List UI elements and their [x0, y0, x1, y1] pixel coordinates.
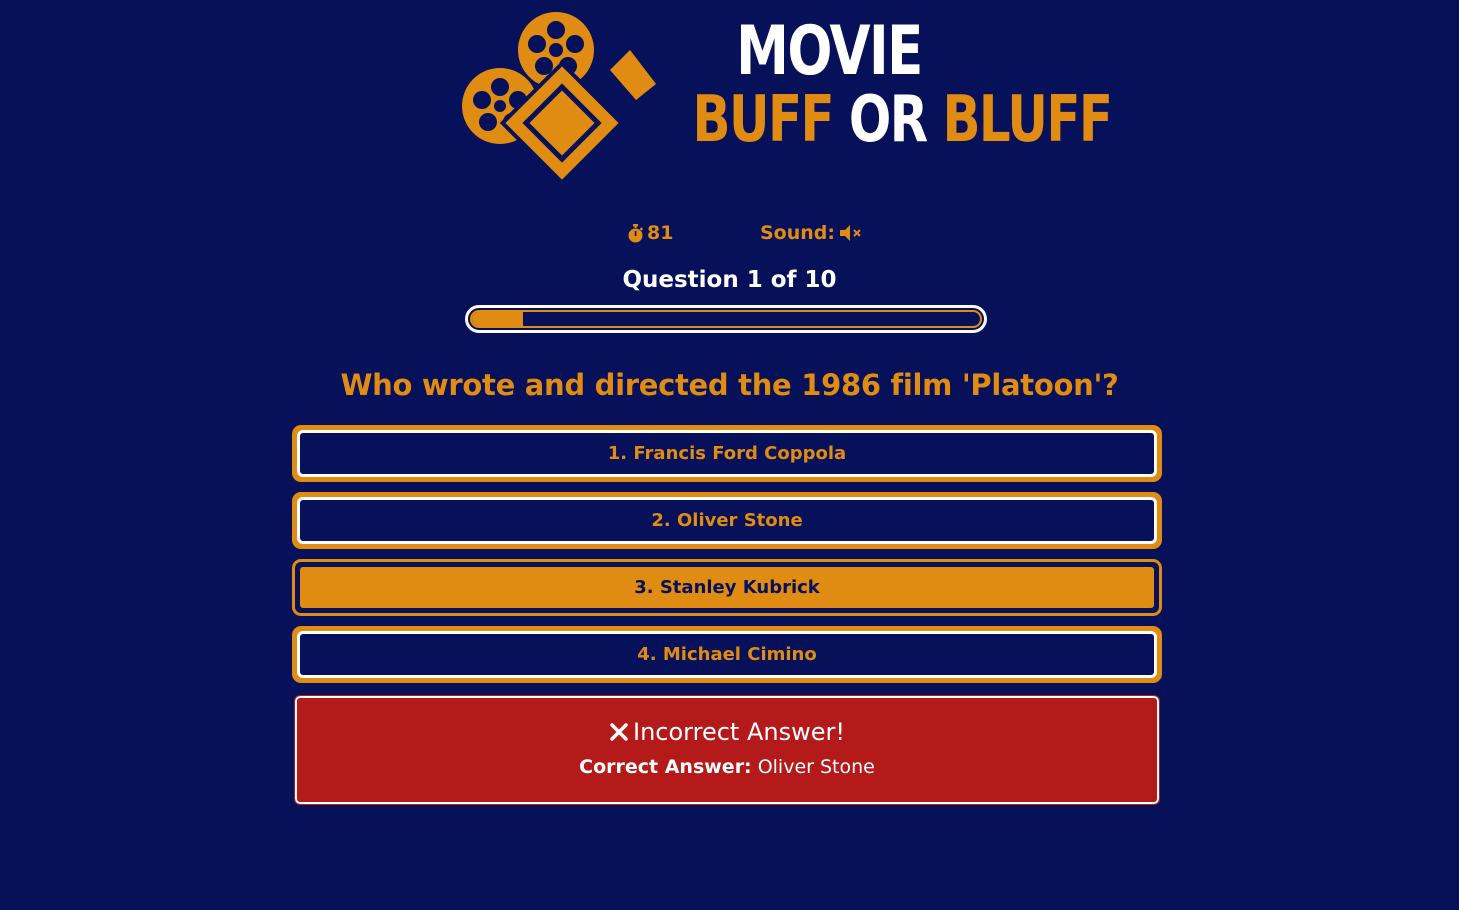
app-logo: MOVIE BUFF OR BLUFF — [458, 8, 1114, 190]
sound-toggle[interactable]: Sound: — [760, 222, 863, 244]
correct-answer-value: Oliver Stone — [757, 756, 875, 778]
speaker-muted-icon — [840, 225, 861, 241]
film-camera-icon — [462, 12, 660, 186]
answer-button-4[interactable]: 4. Michael Cimino — [292, 626, 1162, 683]
progress-track — [470, 310, 982, 328]
sound-label: Sound: — [760, 222, 835, 244]
answer-label: 4. Michael Cimino — [297, 631, 1157, 678]
app-title-or: OR — [848, 83, 928, 157]
feedback-title-text: Incorrect Answer! — [633, 718, 845, 746]
question-text: Who wrote and directed the 1986 film 'Pl… — [340, 368, 1119, 402]
status-bar: 81 Sound: — [0, 222, 1459, 248]
x-mark-icon — [610, 723, 628, 741]
feedback-title: Incorrect Answer! — [297, 718, 1157, 746]
answer-label: 2. Oliver Stone — [297, 497, 1157, 544]
answer-list: 1. Francis Ford Coppola 2. Oliver Stone … — [292, 425, 1162, 693]
stopwatch-icon — [628, 223, 644, 242]
feedback-panel: Incorrect Answer! Correct Answer: Oliver… — [294, 695, 1160, 805]
answer-label: 1. Francis Ford Coppola — [297, 430, 1157, 477]
app-title-line1: MOVIE — [736, 12, 923, 91]
answer-button-2[interactable]: 2. Oliver Stone — [292, 492, 1162, 549]
progress-fill — [472, 312, 523, 326]
answer-label: 3. Stanley Kubrick — [297, 564, 1157, 611]
correct-answer-label: Correct Answer: — [579, 756, 752, 778]
app-title-bluff: BLUFF — [942, 83, 1113, 157]
correct-answer-line: Correct Answer: Oliver Stone — [297, 756, 1157, 778]
timer-value: 81 — [647, 222, 674, 244]
quiz-page: MOVIE BUFF OR BLUFF 81 Sound: Question 1… — [0, 0, 1459, 910]
answer-button-1[interactable]: 1. Francis Ford Coppola — [292, 425, 1162, 482]
app-title-buff: BUFF — [692, 83, 835, 157]
app-title: MOVIE BUFF OR BLUFF — [664, 12, 1114, 153]
progress-bar — [465, 305, 987, 333]
timer: 81 — [627, 222, 673, 244]
app-title-line2: BUFF OR BLUFF — [693, 88, 1114, 152]
question-counter: Question 1 of 10 — [622, 267, 837, 293]
answer-button-3[interactable]: 3. Stanley Kubrick — [292, 559, 1162, 616]
